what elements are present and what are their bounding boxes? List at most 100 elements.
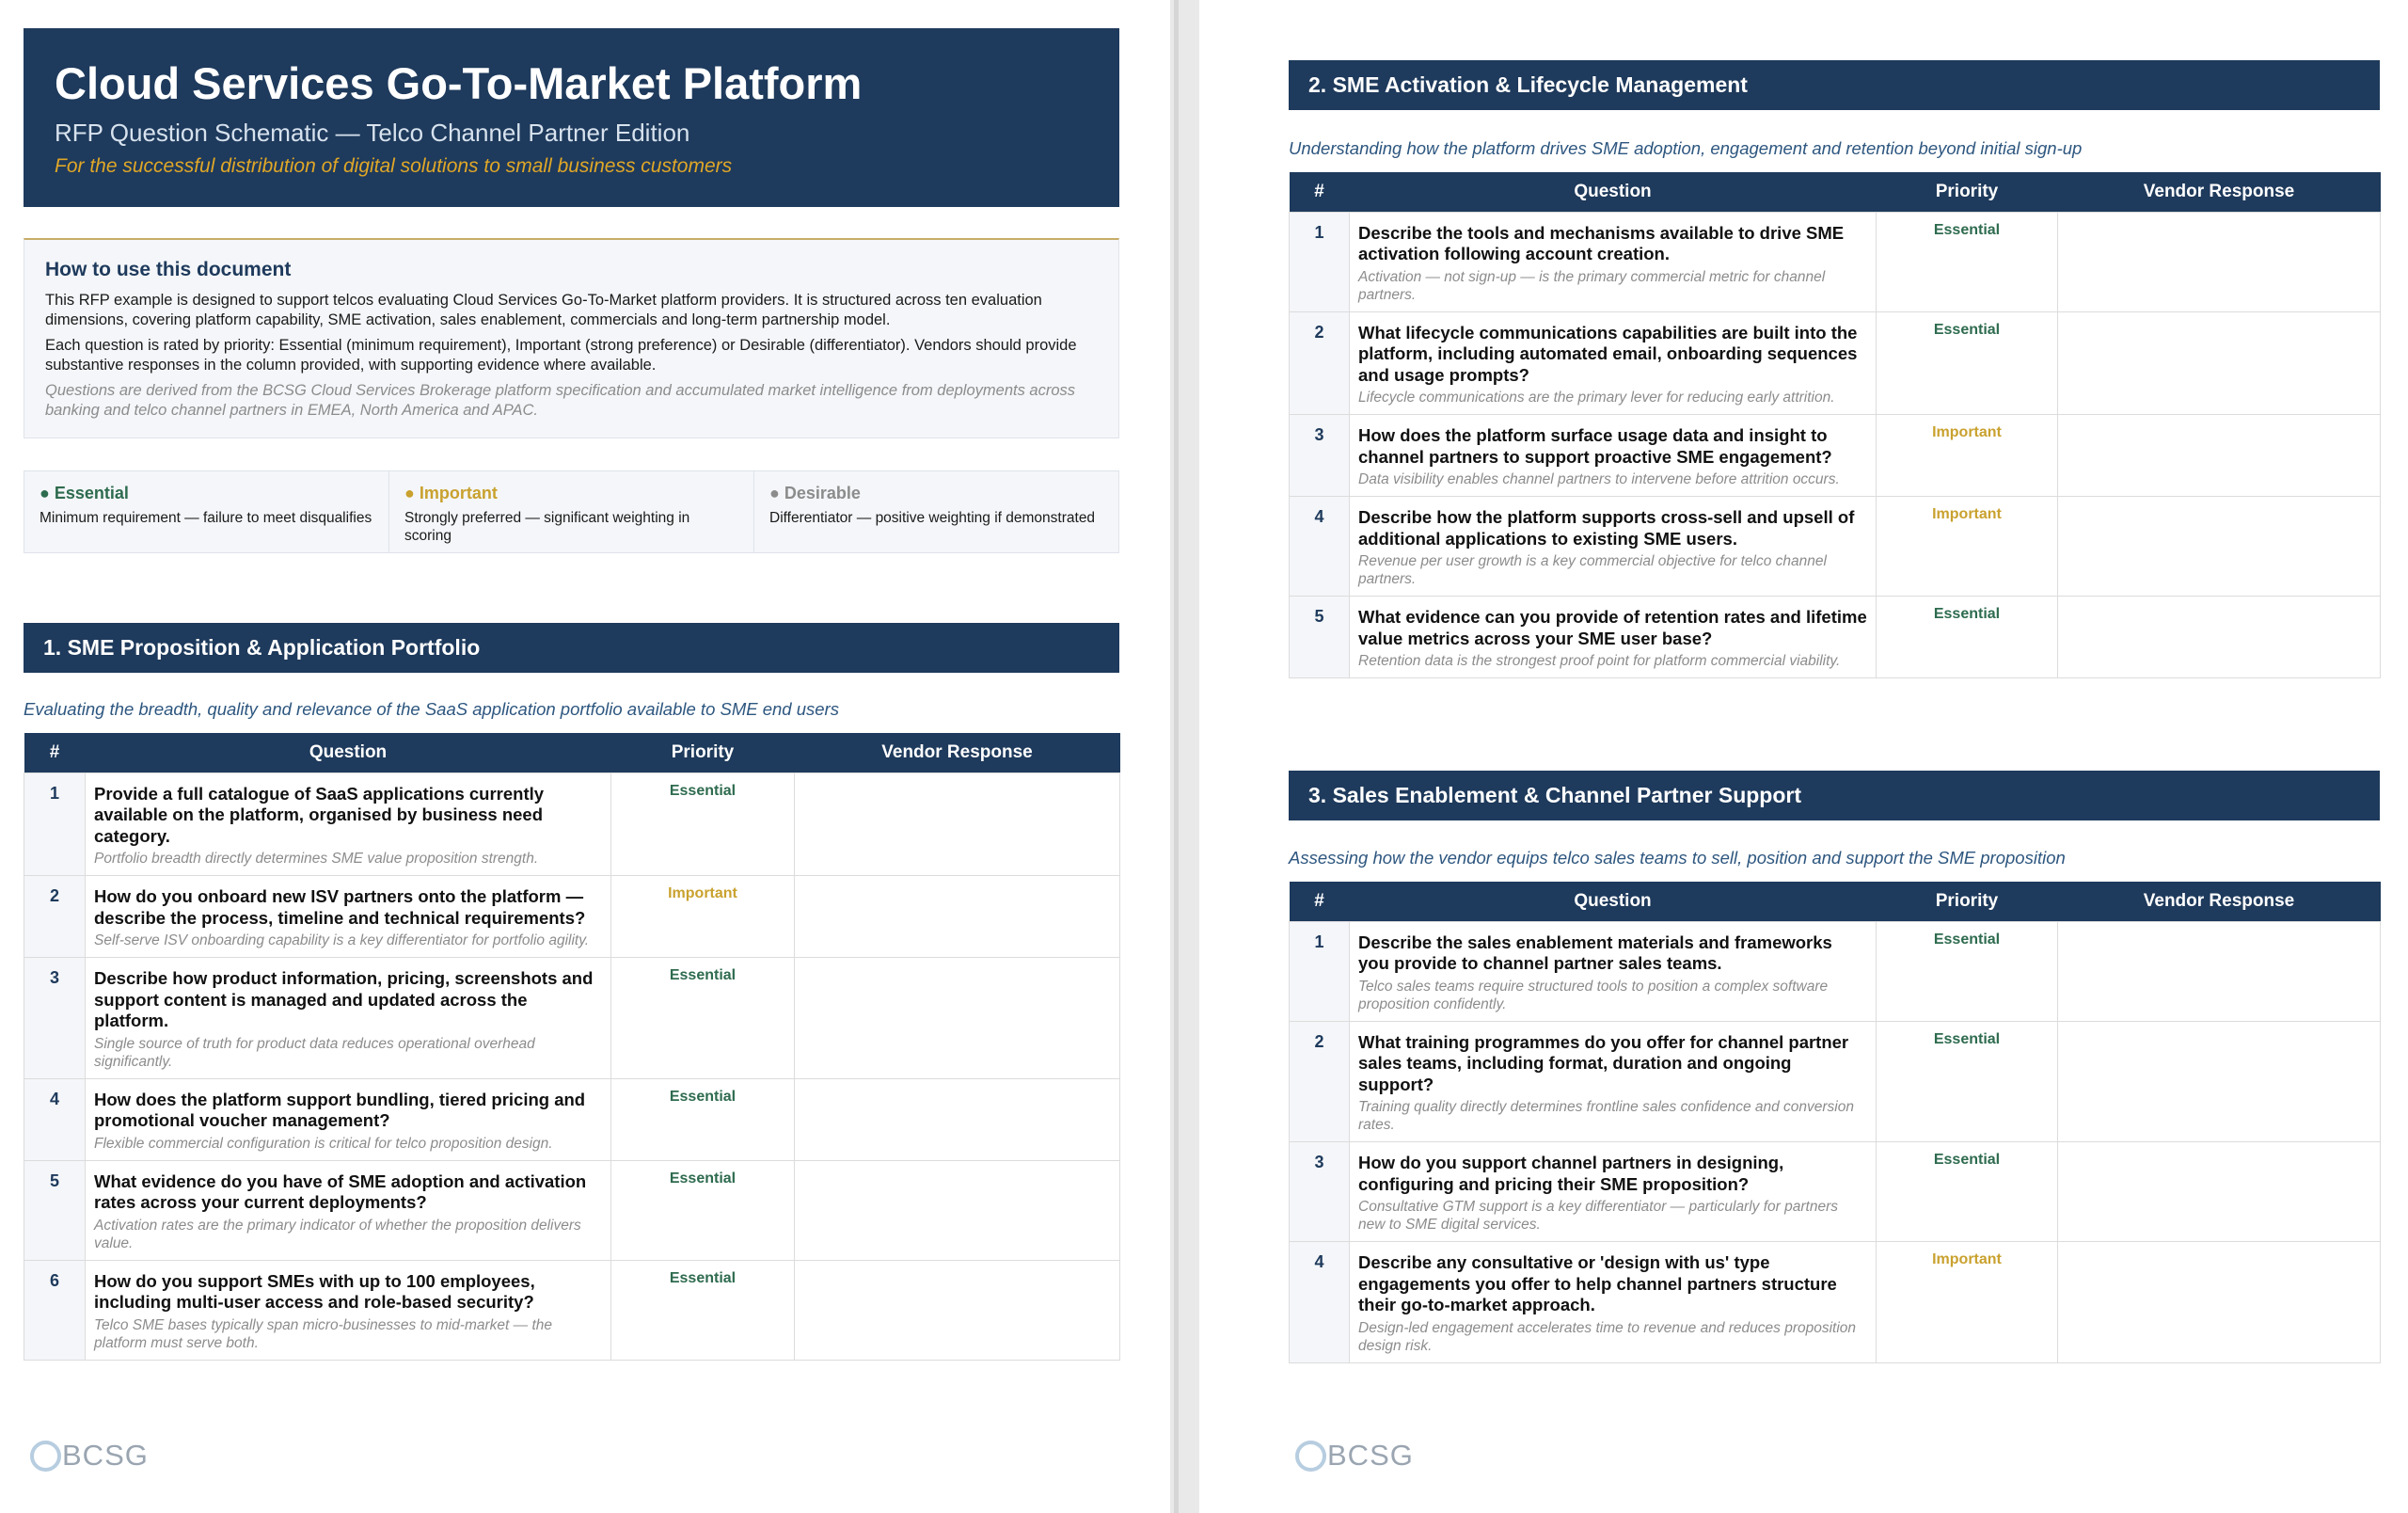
question-number: 5 [24, 1159, 86, 1261]
table-row: 3 How does the platform surface usage dat… [1289, 414, 2381, 497]
vendor-response-field[interactable] [2057, 1141, 2381, 1242]
question-number: 2 [1289, 311, 1350, 415]
priority-label: Essential [1876, 920, 2058, 1022]
question-cell: How do you support SMEs with up to 100 e… [85, 1259, 611, 1361]
section-header: 2. SME Activation & Lifecycle Management [1289, 60, 2380, 110]
vendor-response-field[interactable] [2057, 1241, 2381, 1363]
priority-label: Important [1876, 414, 2058, 497]
legend-essential: ● Essential Minimum requirement — failur… [24, 471, 389, 552]
document-title: Cloud Services Go-To-Market Platform [55, 58, 863, 108]
question-number: 3 [1289, 1141, 1350, 1242]
question-text: Describe how the platform supports cross… [1358, 507, 1855, 549]
vendor-response-field[interactable] [794, 1159, 1120, 1261]
question-rationale: Telco sales teams require structured too… [1358, 978, 1829, 1012]
logo-text: BCSG [62, 1439, 149, 1472]
question-cell: Describe any consultative or 'design wit… [1349, 1241, 1877, 1363]
question-text: Describe the tools and mechanisms availa… [1358, 222, 1845, 264]
table-row: 1 Describe the tools and mechanisms avail… [1289, 211, 2381, 312]
priority-label: Essential [610, 1159, 795, 1261]
column-header-question: Question [85, 733, 611, 772]
vendor-response-field[interactable] [794, 957, 1120, 1079]
vendor-response-field[interactable] [2057, 311, 2381, 415]
question-rationale: Lifecycle communications are the primary… [1358, 390, 1835, 406]
question-number: 2 [1289, 1020, 1350, 1142]
legend-description: Strongly preferred — significant weighti… [404, 510, 690, 544]
question-text: How does the platform support bundling, … [94, 1089, 586, 1131]
question-rationale: Consultative GTM support is a key differ… [1358, 1199, 1838, 1233]
question-text: Describe how product information, pricin… [94, 968, 594, 1030]
question-number: 3 [1289, 414, 1350, 497]
legend-label: ● Important [404, 484, 498, 502]
question-cell: How do you onboard new ISV partners onto… [85, 875, 611, 958]
priority-label: Essential [1876, 1020, 2058, 1142]
table-row: 2 What lifecycle communications capabilit… [1289, 311, 2381, 415]
question-cell: How does the platform support bundling, … [85, 1077, 611, 1161]
question-text: Provide a full catalogue of SaaS applica… [94, 783, 545, 846]
column-header-vendor-response: Vendor Response [2057, 172, 2381, 212]
table-row: 2 How do you onboard new ISV partners ont… [24, 875, 1120, 958]
question-number: 1 [1289, 920, 1350, 1022]
question-text: What evidence can you provide of retenti… [1358, 607, 1867, 648]
question-cell: What evidence do you have of SME adoptio… [85, 1159, 611, 1261]
column-header-priority: Priority [1876, 172, 2058, 212]
priority-label: Essential [610, 772, 795, 876]
document-tagline: For the successful distribution of digit… [55, 155, 733, 177]
vendor-response-field[interactable] [794, 1259, 1120, 1361]
how-to-note: Questions are derived from the BCSG Clou… [45, 382, 1076, 419]
question-text: Describe the sales enablement materials … [1358, 932, 1832, 974]
vendor-response-field[interactable] [2057, 1020, 2381, 1142]
priority-label: Important [1876, 1241, 2058, 1363]
table-header-row: # Question Priority Vendor Response [1289, 882, 2381, 921]
priority-legend: ● Essential Minimum requirement — failur… [24, 470, 1119, 553]
vendor-response-field[interactable] [2057, 920, 2381, 1022]
how-to-paragraph: Each question is rated by priority: Esse… [45, 337, 1077, 374]
question-rationale: Self-serve ISV onboarding capability is … [94, 932, 590, 948]
section-header: 3. Sales Enablement & Channel Partner Su… [1289, 771, 2380, 820]
question-cell: Describe how product information, pricin… [85, 957, 611, 1079]
vendor-response-field[interactable] [794, 1077, 1120, 1161]
how-to-title: How to use this document [45, 259, 292, 280]
vendor-response-field[interactable] [2057, 496, 2381, 597]
how-to-paragraph: This RFP example is designed to support … [45, 292, 1042, 328]
question-text: What training programmes do you offer fo… [1358, 1031, 1849, 1094]
question-cell: Describe the sales enablement materials … [1349, 920, 1877, 1022]
vendor-response-field[interactable] [2057, 211, 2381, 312]
question-text: How do you support SMEs with up to 100 e… [94, 1270, 535, 1313]
legend-label: ● Essential [40, 484, 129, 502]
priority-label: Important [1876, 496, 2058, 597]
table-row: 1 Provide a full catalogue of SaaS applic… [24, 772, 1120, 876]
column-header-priority: Priority [610, 733, 795, 772]
question-text: What evidence do you have of SME adoptio… [94, 1171, 587, 1213]
bcsg-logo: BCSG [1295, 1439, 1414, 1473]
question-text: What lifecycle communications capabiliti… [1358, 322, 1858, 385]
question-text: How do you onboard new ISV partners onto… [94, 886, 586, 928]
vendor-response-field[interactable] [794, 772, 1120, 876]
document-page-right: 2. SME Activation & Lifecycle Management… [1199, 0, 2408, 1513]
vendor-response-field[interactable] [794, 875, 1120, 958]
priority-label: Essential [610, 1259, 795, 1361]
question-rationale: Activation rates are the primary indicat… [94, 1217, 581, 1251]
priority-label: Essential [610, 1077, 795, 1161]
rfp-question-table: # Question Priority Vendor Response 1 Describ… [1289, 172, 2381, 678]
question-number: 4 [1289, 1241, 1350, 1363]
table-row: 5 What evidence do you have of SME adopti… [24, 1159, 1120, 1261]
vendor-response-field[interactable] [2057, 596, 2381, 678]
how-to-use-box: How to use this document This RFP exampl… [24, 238, 1119, 438]
question-cell: Describe the tools and mechanisms availa… [1349, 211, 1877, 312]
section-intro: Assessing how the vendor equips telco sa… [1289, 848, 2066, 868]
legend-important: ● Important Strongly preferred — signifi… [389, 471, 754, 552]
question-cell: What training programmes do you offer fo… [1349, 1020, 1877, 1142]
document-page-left: Cloud Services Go-To-Market Platform RFP… [0, 0, 1170, 1513]
question-number: 4 [1289, 496, 1350, 597]
legend-label: ● Desirable [769, 484, 861, 502]
question-cell: What evidence can you provide of retenti… [1349, 596, 1877, 678]
table-row: 3 How do you support channel partners in … [1289, 1141, 2381, 1242]
table-row: 4 Describe how the platform supports cros… [1289, 496, 2381, 597]
question-text: How does the platform surface usage data… [1358, 425, 1832, 467]
question-cell: What lifecycle communications capabiliti… [1349, 311, 1877, 415]
table-row: 3 Describe how product information, prici… [24, 957, 1120, 1079]
vendor-response-field[interactable] [2057, 414, 2381, 497]
priority-label: Essential [610, 957, 795, 1079]
question-cell: How does the platform surface usage data… [1349, 414, 1877, 497]
table-row: 4 How does the platform support bundling,… [24, 1077, 1120, 1161]
